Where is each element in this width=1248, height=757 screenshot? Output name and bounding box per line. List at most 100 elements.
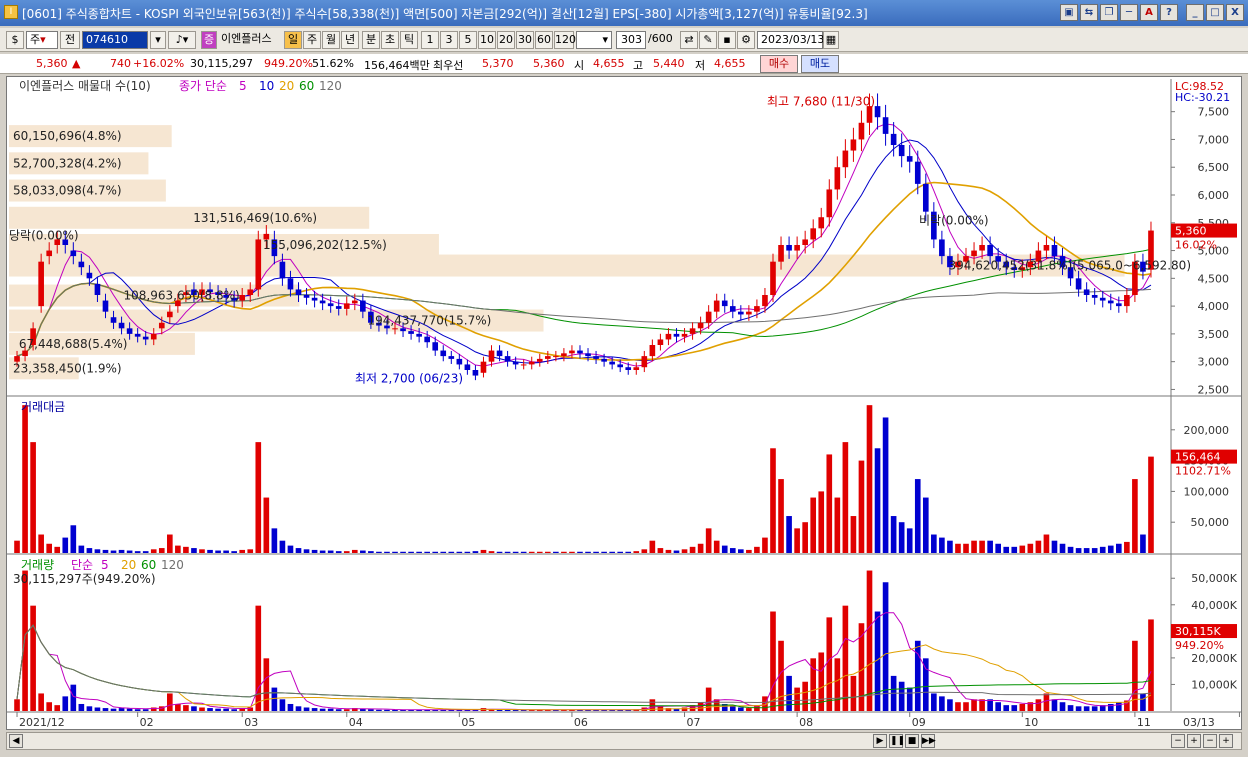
- interval-5[interactable]: 5: [459, 31, 477, 49]
- amount-bar: [963, 543, 969, 553]
- scroll-pause-icon[interactable]: ❚❚: [889, 734, 905, 748]
- font-size-icon[interactable]: A: [1140, 4, 1158, 21]
- amount-bar: [729, 548, 736, 553]
- candle-body: [496, 350, 503, 357]
- zoom-reset-icon[interactable]: −: [1203, 734, 1217, 748]
- amount-bar: [480, 549, 487, 553]
- amount-last-ratio: 1102.71%: [1175, 465, 1231, 478]
- speaker-icon[interactable]: ♪▾: [168, 31, 196, 49]
- ask-price: 5,370: [482, 57, 514, 70]
- volume-bar: [167, 693, 173, 711]
- interval-30[interactable]: 30: [516, 31, 534, 49]
- amount-bar: [30, 442, 36, 553]
- candle-body: [858, 122, 865, 140]
- interval-1[interactable]: 1: [421, 31, 439, 49]
- price-legend: 이엔플러스 매물대 수(10): [19, 79, 151, 93]
- volume-last-ratio: 949.20%: [1175, 639, 1224, 652]
- volume-ma-line-5: [16, 612, 1152, 711]
- zoom-in-icon[interactable]: +: [1187, 734, 1201, 748]
- interval-3[interactable]: 3: [440, 31, 458, 49]
- volume-bar: [46, 702, 53, 711]
- drop-annotation-right: 비락(0.00%): [919, 213, 989, 227]
- period-tab-day[interactable]: 일: [284, 31, 302, 49]
- amount-bar: [239, 549, 246, 553]
- volume-ma-line-20: [16, 624, 1152, 711]
- period-tab-week[interactable]: 주: [303, 31, 321, 49]
- custom-interval-select[interactable]: ▾: [576, 31, 612, 49]
- interval-60[interactable]: 60: [535, 31, 553, 49]
- candle-body: [520, 364, 527, 366]
- candle-body: [335, 306, 342, 309]
- prev-button[interactable]: 전: [60, 31, 80, 49]
- date-input[interactable]: 2023/03/13: [757, 31, 824, 49]
- candle-body: [472, 370, 479, 376]
- amount-bar: [1140, 534, 1146, 553]
- y-tick-label: 50,000K: [1191, 572, 1237, 585]
- save-icon[interactable]: ▪: [718, 31, 736, 49]
- scroll-stop-icon[interactable]: ■: [905, 734, 919, 748]
- code-type-select[interactable]: 주▾: [26, 31, 58, 49]
- minimize-button[interactable]: _: [1186, 4, 1204, 21]
- chart-scrollbar[interactable]: ◀ ▶ ❚❚ ■ ▶▶ − + − +: [6, 732, 1242, 750]
- candle-body: [536, 358, 543, 362]
- period-tab-year[interactable]: 년: [341, 31, 359, 49]
- amount-bar: [890, 516, 897, 553]
- candle-body: [705, 311, 712, 323]
- candle-body: [713, 300, 720, 312]
- copy-window-icon[interactable]: ❐: [1100, 4, 1118, 21]
- close-button[interactable]: X: [1226, 4, 1244, 21]
- candle-body: [448, 356, 455, 359]
- volume-bar: [263, 658, 270, 711]
- period-tab-tick[interactable]: 틱: [400, 31, 418, 49]
- chart-area[interactable]: 7,500 7,000 6,500 6,000 5,500 5,000 4,500 4,000…: [6, 76, 1242, 730]
- candle-body: [311, 297, 318, 301]
- sync-icon[interactable]: ⇆: [1080, 4, 1098, 21]
- zoom-out-icon[interactable]: −: [1171, 734, 1185, 748]
- period-tab-second[interactable]: 초: [381, 31, 399, 49]
- candle-body: [770, 261, 776, 295]
- amount-bar: [1067, 546, 1074, 553]
- amount-bar: [472, 551, 479, 553]
- pin-icon[interactable]: ─: [1120, 4, 1138, 21]
- link-window-icon[interactable]: ▣: [1060, 4, 1078, 21]
- volume-bar: [1003, 705, 1010, 711]
- interval-10[interactable]: 10: [478, 31, 496, 49]
- fetch-icon[interactable]: ⇄: [680, 31, 698, 49]
- candle-body: [1043, 245, 1050, 251]
- maximize-button[interactable]: □: [1206, 4, 1224, 21]
- volume-bar: [914, 640, 921, 711]
- volume-bar: [987, 699, 993, 711]
- period-tab-month[interactable]: 월: [322, 31, 340, 49]
- volume-bar: [303, 707, 310, 711]
- period-tab-minute[interactable]: 분: [362, 31, 380, 49]
- help-icon[interactable]: ?: [1160, 4, 1178, 21]
- volume-bar: [118, 708, 125, 711]
- amount-bar: [826, 454, 833, 553]
- volume-bar: [963, 702, 969, 711]
- interval-120[interactable]: 120: [554, 31, 576, 49]
- scroll-play-icon[interactable]: ▶: [873, 734, 887, 748]
- buy-button[interactable]: 매수: [760, 55, 798, 73]
- calendar-icon[interactable]: ▦: [823, 31, 839, 49]
- zoom-plus-icon[interactable]: +: [1219, 734, 1233, 748]
- draw-tool-icon[interactable]: ✎: [699, 31, 717, 49]
- candle-body: [38, 261, 44, 307]
- amount-bar: [376, 551, 382, 553]
- sell-button[interactable]: 매도: [801, 55, 839, 73]
- code-dropdown-icon[interactable]: ▾: [150, 31, 166, 49]
- scroll-end-icon[interactable]: ▶▶: [921, 734, 936, 748]
- amount-bar: [939, 537, 945, 553]
- volume-bar: [906, 687, 913, 711]
- amount-bar: [271, 528, 278, 553]
- settings-gear-icon[interactable]: ⚙: [737, 31, 755, 49]
- scroll-left-icon[interactable]: ◀: [9, 734, 23, 748]
- amount-bar: [496, 551, 503, 553]
- chart-canvas[interactable]: 7,5007,0006,5006,0005,5005,0004,5004,000…: [7, 77, 1241, 729]
- volume-profile-label: 108,963,650(8.8%): [124, 289, 240, 303]
- stock-code-input[interactable]: 074610: [82, 31, 148, 49]
- interval-20[interactable]: 20: [497, 31, 515, 49]
- count-input[interactable]: 303: [616, 31, 646, 49]
- stock-search-icon[interactable]: $: [6, 31, 24, 49]
- volume-bar: [142, 709, 149, 711]
- amount-bar: [102, 549, 109, 553]
